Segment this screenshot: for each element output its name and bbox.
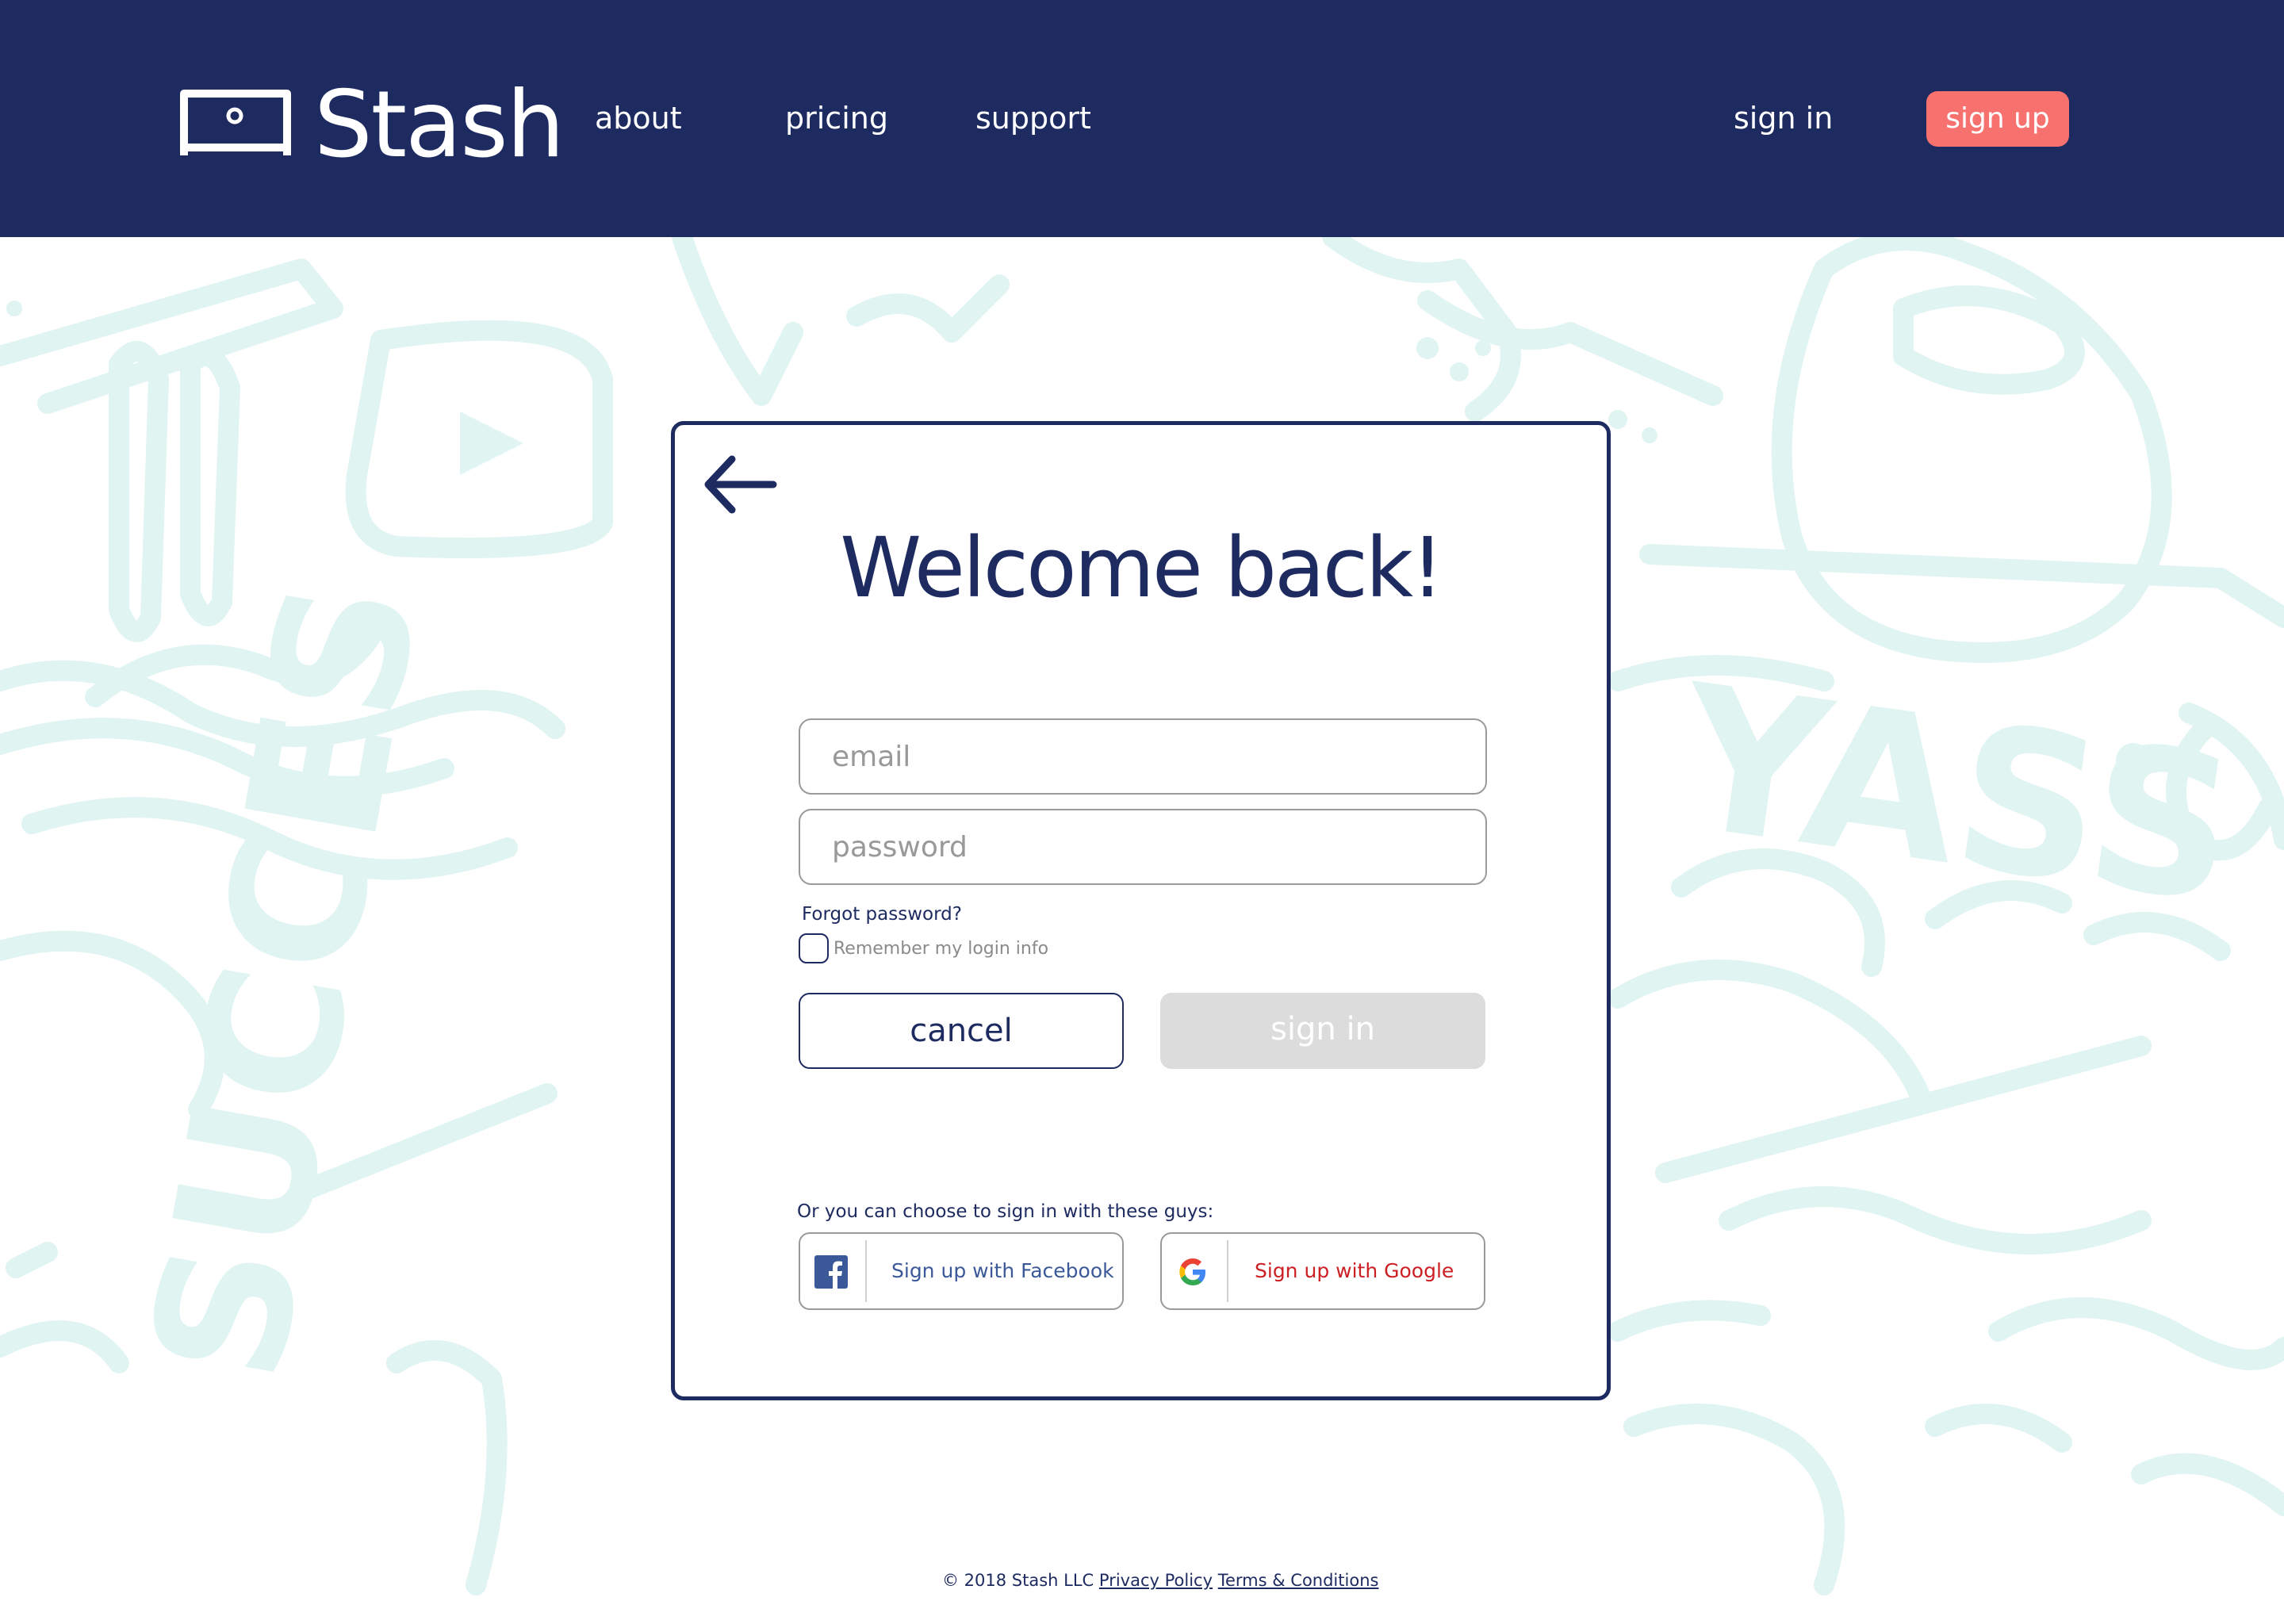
button-divider: [865, 1240, 867, 1302]
cancel-button[interactable]: cancel: [799, 993, 1124, 1069]
remember-login-checkbox[interactable]: Remember my login info: [799, 933, 1048, 963]
footer-copyright: © 2018 Stash LLC: [942, 1571, 1094, 1590]
forgot-password-link[interactable]: Forgot password?: [802, 904, 962, 925]
arrow-left-icon[interactable]: [702, 453, 778, 516]
nav-support-link[interactable]: support: [975, 98, 1091, 138]
google-signup-label: Sign up with Google: [1255, 1259, 1454, 1282]
terms-conditions-link[interactable]: Terms & Conditions: [1218, 1571, 1379, 1590]
remember-login-label: Remember my login info: [834, 938, 1049, 959]
nav-pricing-link[interactable]: pricing: [785, 98, 888, 138]
top-navbar: Stash about pricing support sign in sign…: [0, 0, 2284, 237]
password-field[interactable]: [799, 809, 1487, 885]
google-signup-button[interactable]: Sign up with Google: [1160, 1232, 1485, 1310]
login-card: Welcome back! Forgot password? Remember …: [671, 421, 1611, 1400]
page-title: Welcome back!: [840, 519, 1444, 616]
facebook-signup-label: Sign up with Facebook: [891, 1259, 1114, 1282]
nav-about-link[interactable]: about: [595, 98, 682, 138]
button-divider: [1227, 1240, 1228, 1302]
brand-name: Stash: [314, 71, 565, 178]
checkbox-box[interactable]: [799, 933, 829, 963]
header-sign-up-button[interactable]: sign up: [1926, 91, 2069, 147]
brand-logo[interactable]: Stash: [179, 71, 565, 178]
facebook-icon: [814, 1255, 848, 1289]
email-field[interactable]: [799, 718, 1487, 795]
header-sign-in-link[interactable]: sign in: [1734, 98, 1833, 138]
tv-frame-icon: [180, 90, 291, 155]
sign-in-button[interactable]: sign in: [1160, 993, 1485, 1069]
google-icon: [1179, 1258, 1205, 1285]
footer: © 2018 Stash LLC Privacy Policy Terms & …: [942, 1571, 1378, 1590]
doodle-word-yass: YASS: [1665, 642, 2248, 948]
social-signin-prompt: Or you can choose to sign in with these …: [797, 1201, 1214, 1222]
privacy-policy-link[interactable]: Privacy Policy: [1099, 1571, 1213, 1590]
facebook-signup-button[interactable]: Sign up with Facebook: [799, 1232, 1124, 1310]
